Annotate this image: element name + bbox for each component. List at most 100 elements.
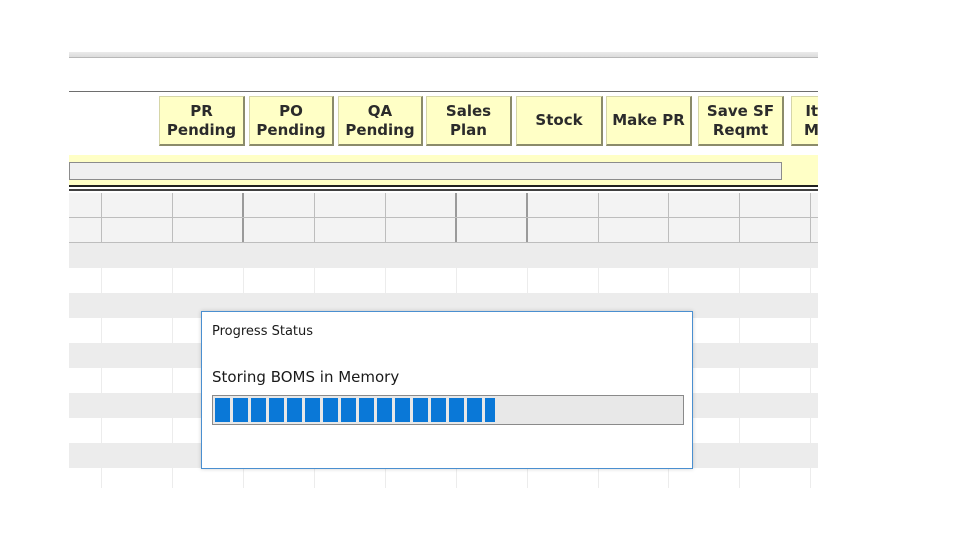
grid-cell [102,293,173,318]
grid-cell [457,468,528,488]
progress-segment [269,398,284,422]
divider-line [69,91,818,92]
grid-cell[interactable] [740,193,811,217]
grid-cell [102,393,173,418]
grid-cell [102,318,173,343]
grid-cell [740,293,811,318]
progress-segment [485,398,495,422]
grid-cell [528,468,599,488]
grid-cell [69,318,102,343]
grid-cell [386,268,457,293]
grid-cell [740,418,811,443]
grid-cell [315,468,386,488]
progress-segment [431,398,446,422]
grid-cell [599,268,669,293]
progress-segment [395,398,410,422]
grid-cell [102,343,173,368]
grid-cell [669,243,740,268]
grid-cell[interactable] [457,193,528,217]
grid-cell [69,343,102,368]
table-row [69,268,818,293]
grid-cell[interactable] [244,193,315,217]
grid-cell [457,243,528,268]
save-sf-reqmt-button[interactable]: Save SF Reqmt [698,96,784,146]
po-pending-button[interactable]: PO Pending [249,96,334,146]
grid-cell [69,368,102,393]
grid-cell[interactable] [457,218,528,242]
grid-cell [740,318,811,343]
grid-cell [102,443,173,468]
grid-cell[interactable] [528,218,599,242]
progress-dialog: Progress Status Storing BOMS in Memory [201,311,693,469]
progress-bar-fill [215,398,495,422]
grid-header-row [69,218,818,243]
filter-input[interactable] [69,162,782,180]
grid-cell [69,268,102,293]
grid-cell [386,243,457,268]
progress-segment [233,398,248,422]
grid-cell[interactable] [599,218,669,242]
grid-cell [740,443,811,468]
progress-segment [359,398,374,422]
progress-segment [377,398,392,422]
grid-cell [740,268,811,293]
grid-cell [102,418,173,443]
grid-cell [69,468,102,488]
grid-cell [457,268,528,293]
grid-cell[interactable] [528,193,599,217]
grid-cell[interactable] [173,193,244,217]
filter-strip [69,155,818,185]
grid-cell[interactable] [102,193,173,217]
progress-segment [467,398,482,422]
sales-plan-button[interactable]: Sales Plan [426,96,512,146]
progress-segment [341,398,356,422]
grid-cell [386,468,457,488]
divider-line [69,185,818,187]
grid-cell [173,468,244,488]
grid-cell [244,243,315,268]
grid-cell[interactable] [669,218,740,242]
grid-cell[interactable] [740,218,811,242]
grid-cell[interactable] [173,218,244,242]
grid-cell[interactable] [315,218,386,242]
grid-cell[interactable] [102,218,173,242]
grid-cell [102,243,173,268]
grid-cell [599,468,669,488]
grid-cell[interactable] [386,218,457,242]
grid-cell [740,343,811,368]
grid-cell[interactable] [69,193,102,217]
grid-cell[interactable] [599,193,669,217]
grid-cell [69,293,102,318]
item-mu-button[interactable]: Ite Mu [791,96,818,146]
grid-cell[interactable] [315,193,386,217]
grid-cell [102,268,173,293]
make-pr-button[interactable]: Make PR [606,96,692,146]
grid-cell [740,243,811,268]
grid-cell [69,418,102,443]
progress-segment [449,398,464,422]
progress-segment [287,398,302,422]
grid-cell [740,368,811,393]
grid-cell[interactable] [69,218,102,242]
progress-segment [215,398,230,422]
grid-cell [69,243,102,268]
grid-cell [173,268,244,293]
grid-cell[interactable] [386,193,457,217]
qa-pending-button[interactable]: QA Pending [338,96,423,146]
grid-cell [315,268,386,293]
grid-cell [599,243,669,268]
grid-cell [102,468,173,488]
grid-cell [69,393,102,418]
grid-cell [244,268,315,293]
progress-bar [212,395,684,425]
pr-pending-button[interactable]: PR Pending [159,96,245,146]
progress-segment [323,398,338,422]
stock-button[interactable]: Stock [516,96,603,146]
grid-cell [244,468,315,488]
table-row [69,243,818,268]
grid-cell[interactable] [669,193,740,217]
dialog-title: Progress Status [212,324,314,339]
grid-cell [69,443,102,468]
grid-header-row [69,193,818,218]
grid-cell[interactable] [244,218,315,242]
